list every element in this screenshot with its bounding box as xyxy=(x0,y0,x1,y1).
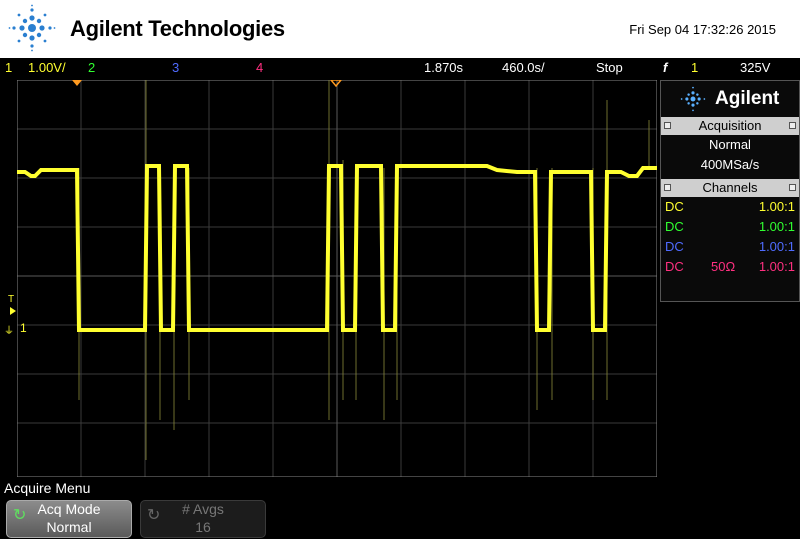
header-bar: Agilent Technologies Fri Sep 04 17:32:26… xyxy=(0,0,800,58)
collapse-square-icon xyxy=(789,184,796,191)
channel-coupling: DC xyxy=(665,259,684,274)
brand-title: Agilent Technologies xyxy=(70,16,285,41)
ch1-number[interactable]: 1 xyxy=(5,58,12,78)
collapse-square-icon xyxy=(664,184,671,191)
softkey-bar: Acquire Menu ↻ Acq Mode Normal ↻ # Avgs … xyxy=(0,478,800,539)
channel-probe: 1.00:1 xyxy=(758,219,795,234)
ch4-number[interactable]: 4 xyxy=(256,58,263,78)
info-panel: Agilent Acquisition Normal 400MSa/s Chan… xyxy=(660,80,800,302)
channel-row-4[interactable]: DC 50Ω 1.00:1 xyxy=(661,257,799,277)
status-line: 1 1.00V/ 2 3 4 1.870s 460.0s/ Stop f 1 3… xyxy=(0,58,800,78)
waveform-display[interactable] xyxy=(17,80,657,477)
channel-impedance: 50Ω xyxy=(711,259,736,274)
timebase-scale[interactable]: 460.0s/ xyxy=(502,58,545,78)
collapse-square-icon xyxy=(664,122,671,129)
acq-mode-value: Normal xyxy=(46,519,92,535)
channel-coupling: DC xyxy=(665,239,684,254)
trigger-level[interactable]: 325V xyxy=(740,58,770,78)
channels-header[interactable]: Channels xyxy=(661,179,799,197)
ch1-ground-icon: ⏚ xyxy=(4,326,14,337)
collapse-square-icon xyxy=(789,122,796,129)
channel-probe: 1.00:1 xyxy=(758,259,795,274)
trigger-level-marker-label[interactable]: T xyxy=(8,294,14,305)
ch2-number[interactable]: 2 xyxy=(88,58,95,78)
acq-mode-label: Acq Mode xyxy=(37,501,101,517)
avgs-value: 16 xyxy=(195,519,211,535)
avgs-label: # Avgs xyxy=(182,501,224,517)
acquisition-rate: 400MSa/s xyxy=(700,157,760,172)
channel-row-3[interactable]: DC 1.00:1 xyxy=(661,237,799,257)
ch1-ground-marker-label[interactable]: 1 xyxy=(20,321,27,335)
channel-probe: 1.00:1 xyxy=(758,199,795,214)
channel-probe: 1.00:1 xyxy=(758,239,795,254)
menu-title: Acquire Menu xyxy=(4,480,91,496)
date-time: Fri Sep 04 17:32:26 2015 xyxy=(629,22,776,37)
channel-coupling: DC xyxy=(665,199,684,214)
channel-coupling: DC xyxy=(665,219,684,234)
acquisition-title: Acquisition xyxy=(698,118,762,133)
trigger-level-arrow-icon xyxy=(10,307,16,315)
horizontal-delay[interactable]: 1.870s xyxy=(424,58,463,78)
acq-mode-softkey[interactable]: ↻ Acq Mode Normal xyxy=(6,500,132,538)
channel-row-1[interactable]: DC 1.00:1 xyxy=(661,197,799,217)
acquisition-header[interactable]: Acquisition xyxy=(661,117,799,135)
trigger-slope-icon: f xyxy=(663,60,668,75)
channels-title: Channels xyxy=(702,180,758,195)
run-state: Stop xyxy=(596,60,623,75)
ch1-scale[interactable]: 1.00V/ xyxy=(28,58,66,78)
panel-logo: Agilent xyxy=(661,81,799,117)
agilent-spark-logo-icon xyxy=(8,4,56,52)
panel-brand-text: Agilent xyxy=(715,88,780,109)
agilent-spark-small-icon xyxy=(680,86,706,112)
channel-row-2[interactable]: DC 1.00:1 xyxy=(661,217,799,237)
acquisition-mode: Normal xyxy=(709,137,751,152)
trigger-channel: 1 xyxy=(691,60,699,75)
ch3-number[interactable]: 3 xyxy=(172,58,179,78)
avgs-softkey[interactable]: ↻ # Avgs 16 xyxy=(140,500,266,538)
